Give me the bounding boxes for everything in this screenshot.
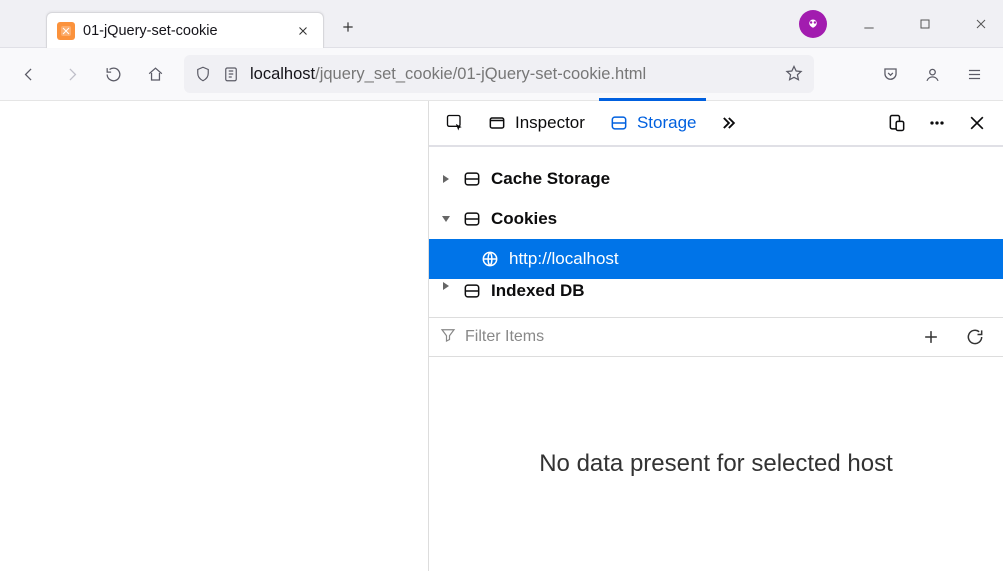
refresh-button[interactable]: [957, 319, 993, 355]
storage-icon: [461, 209, 483, 229]
storage-icon: [461, 281, 483, 301]
page-viewport: [0, 101, 428, 571]
content-area: Inspector Storage: [0, 101, 1003, 571]
tree-label: http://localhost: [509, 249, 619, 269]
home-button[interactable]: [138, 57, 172, 91]
url-text: localhost/jquery_set_cookie/01-jQuery-se…: [250, 65, 774, 84]
maximize-button[interactable]: [911, 10, 939, 38]
tree-label: Indexed DB: [491, 281, 585, 301]
storage-tab[interactable]: Storage: [599, 100, 707, 146]
app-menu-button[interactable]: [957, 57, 991, 91]
inspector-tab-label: Inspector: [515, 113, 585, 133]
page-info-icon[interactable]: [222, 65, 240, 83]
tree-cache-storage[interactable]: Cache Storage: [429, 159, 1003, 199]
shield-icon[interactable]: [194, 65, 212, 83]
pick-element-button[interactable]: [437, 100, 473, 146]
chevron-right-icon: [439, 174, 453, 184]
tab-title: 01-jQuery-set-cookie: [83, 23, 293, 39]
storage-tree: Cache Storage Cookies http://localhost I…: [429, 147, 1003, 317]
devtools-panel: Inspector Storage: [428, 101, 1003, 571]
responsive-design-button[interactable]: [879, 100, 915, 146]
tree-label: Cache Storage: [491, 169, 610, 189]
filter-input[interactable]: [465, 328, 905, 346]
tree-cookies[interactable]: Cookies: [429, 199, 1003, 239]
add-item-button[interactable]: [913, 319, 949, 355]
filter-icon: [439, 326, 457, 349]
devtools-menu-button[interactable]: [919, 100, 955, 146]
new-tab-button[interactable]: [332, 11, 364, 43]
browser-tab-strip: 01-jQuery-set-cookie: [0, 0, 1003, 48]
tree-label: Cookies: [491, 209, 557, 229]
globe-icon: [479, 249, 501, 269]
minimize-button[interactable]: [855, 10, 883, 38]
close-window-button[interactable]: [967, 10, 995, 38]
reload-button[interactable]: [96, 57, 130, 91]
empty-state-message: No data present for selected host: [539, 450, 893, 478]
chevron-down-icon: [439, 214, 453, 224]
forward-button[interactable]: [54, 57, 88, 91]
window-controls: [799, 0, 995, 48]
account-icon[interactable]: [915, 57, 949, 91]
bookmark-star-icon[interactable]: [784, 64, 804, 84]
chevron-right-icon: [439, 281, 453, 291]
storage-icon: [461, 169, 483, 189]
devtools-toolbar: Inspector Storage: [429, 101, 1003, 147]
pocket-icon[interactable]: [873, 57, 907, 91]
browser-navbar: localhost/jquery_set_cookie/01-jQuery-se…: [0, 48, 1003, 101]
xampp-icon: [57, 22, 75, 40]
inspector-tab[interactable]: Inspector: [477, 100, 595, 146]
storage-filter-bar: [429, 317, 1003, 357]
back-button[interactable]: [12, 57, 46, 91]
firefox-account-icon[interactable]: [799, 10, 827, 38]
more-tools-button[interactable]: [710, 100, 746, 146]
tree-cookies-host[interactable]: http://localhost: [429, 239, 1003, 279]
browser-tab[interactable]: 01-jQuery-set-cookie: [46, 12, 324, 48]
url-bar[interactable]: localhost/jquery_set_cookie/01-jQuery-se…: [184, 55, 814, 93]
close-tab-button[interactable]: [293, 21, 313, 41]
storage-data-pane: No data present for selected host: [429, 357, 1003, 571]
close-devtools-button[interactable]: [959, 100, 995, 146]
storage-tab-label: Storage: [637, 113, 697, 133]
